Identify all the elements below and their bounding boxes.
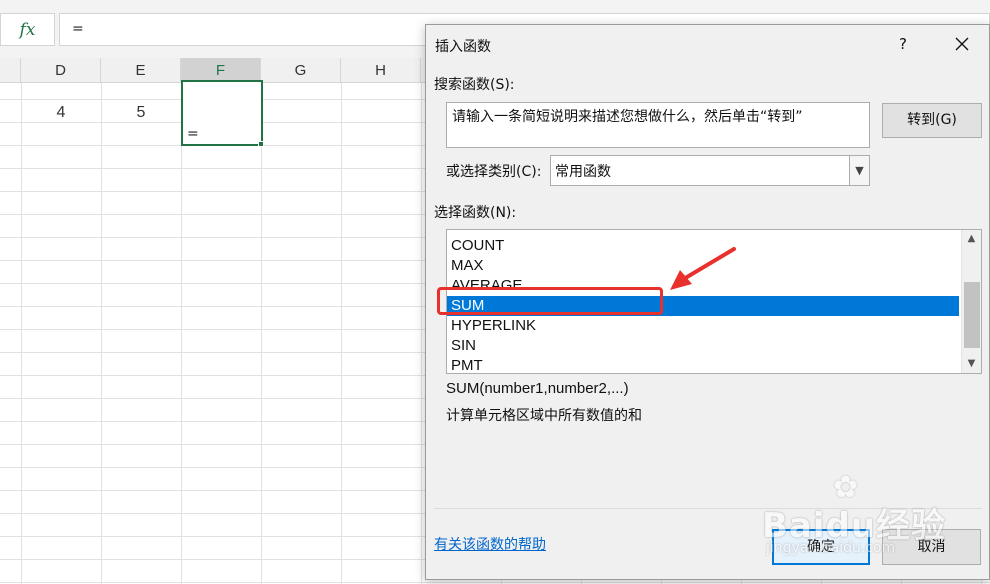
category-value: 常用函数 bbox=[555, 164, 611, 180]
annotation-arrow-icon bbox=[670, 247, 736, 290]
cell-e1[interactable]: 5 bbox=[101, 104, 181, 124]
goto-button[interactable]: 转到(G) bbox=[882, 103, 982, 138]
dialog-title: 插入函数 bbox=[435, 39, 491, 55]
column-header-partial bbox=[0, 58, 21, 83]
list-scrollbar[interactable]: ▲ ▼ bbox=[961, 230, 981, 373]
category-select[interactable]: 常用函数 ▼ bbox=[550, 155, 870, 186]
list-item[interactable]: PMT bbox=[447, 356, 959, 373]
active-cell-f1[interactable]: = bbox=[181, 80, 263, 146]
function-list-label: 选择函数(N): bbox=[434, 205, 517, 221]
annotation-highlight-box bbox=[437, 287, 663, 315]
chevron-down-icon[interactable]: ▼ bbox=[849, 156, 869, 185]
list-item[interactable]: HYPERLINK bbox=[447, 316, 959, 336]
list-item[interactable]: SIN bbox=[447, 336, 959, 356]
watermark: ✿ Baidu经验 jingyan.baidu.com bbox=[758, 470, 973, 570]
fill-handle[interactable] bbox=[258, 141, 264, 147]
function-help-link[interactable]: 有关该函数的帮助 bbox=[434, 534, 546, 554]
scroll-up-icon[interactable]: ▲ bbox=[962, 230, 981, 248]
close-button[interactable] bbox=[946, 31, 978, 57]
scroll-thumb[interactable] bbox=[964, 282, 980, 348]
column-header-e[interactable]: E bbox=[101, 58, 181, 83]
close-icon bbox=[955, 37, 969, 51]
help-button[interactable]: ? bbox=[888, 31, 918, 57]
search-label: 搜索函数(S): bbox=[434, 77, 515, 93]
column-header-g[interactable]: G bbox=[261, 58, 341, 83]
column-header-h[interactable]: H bbox=[341, 58, 421, 83]
watermark-domain: jingyan.baidu.com bbox=[766, 540, 896, 556]
fx-icon: fx bbox=[19, 19, 36, 40]
insert-function-button[interactable]: fx bbox=[0, 13, 55, 46]
scroll-down-icon[interactable]: ▼ bbox=[962, 355, 981, 373]
cell-d1[interactable]: 4 bbox=[21, 104, 101, 124]
function-description: 计算单元格区域中所有数值的和 bbox=[446, 408, 642, 424]
search-function-input[interactable]: 请输入一条简短说明来描述您想做什么，然后单击“转到” bbox=[446, 102, 870, 148]
function-signature: SUM(number1,number2,...) bbox=[446, 380, 629, 397]
active-cell-content: = bbox=[187, 126, 199, 142]
category-label: 或选择类别(C): bbox=[446, 164, 542, 180]
column-header-d[interactable]: D bbox=[21, 58, 101, 83]
